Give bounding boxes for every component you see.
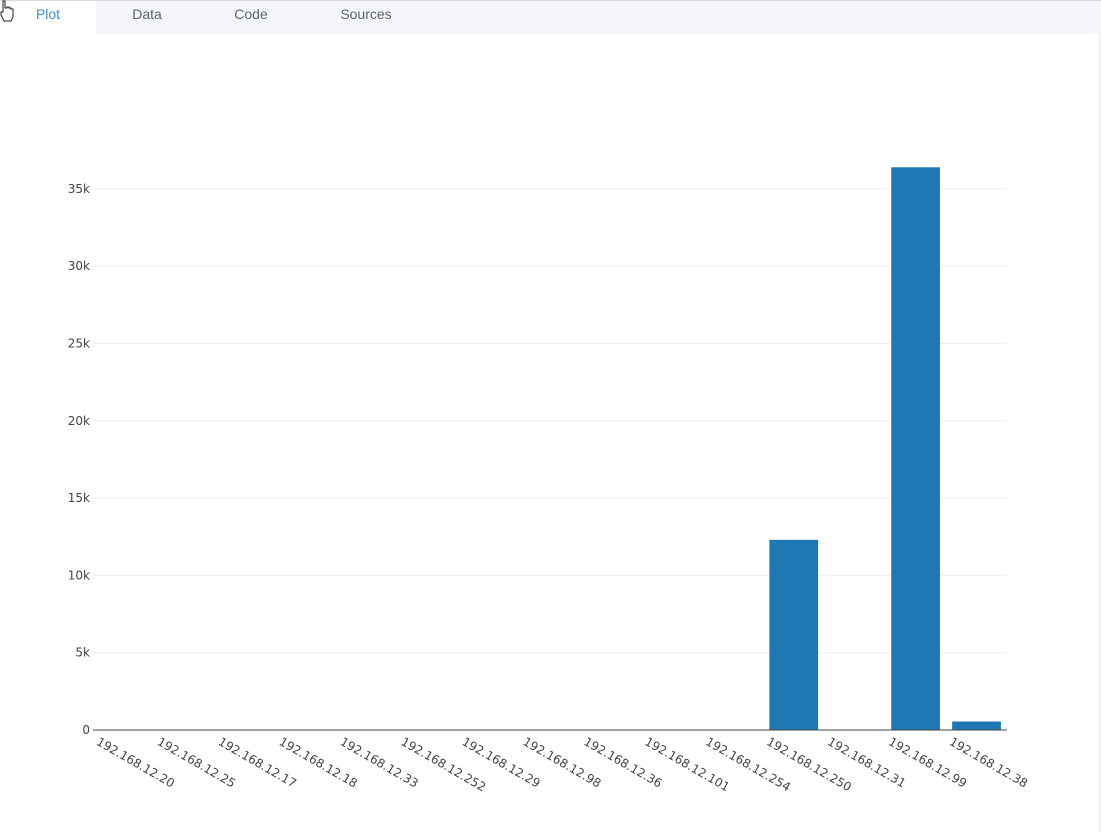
y-tick-label: 5k	[75, 646, 90, 660]
y-tick-label: 30k	[68, 259, 90, 273]
tab-sources[interactable]: Sources	[318, 1, 414, 35]
y-tick-label: 25k	[68, 337, 90, 351]
tab-plot[interactable]: Plot	[0, 1, 96, 35]
tab-data[interactable]: Data	[100, 1, 194, 35]
bar-chart: 0 5k 10k 15k 20k 25k 30k 35k 192.168.12.20 192.16…	[0, 34, 1099, 832]
tab-bar: Plot Data Code Sources	[0, 0, 1101, 35]
bar	[952, 721, 1001, 730]
y-tick-label: 35k	[68, 182, 90, 196]
tab-code[interactable]: Code	[206, 1, 296, 35]
y-tick-label: 0	[82, 723, 90, 737]
y-tick-label: 10k	[68, 568, 90, 582]
hand-pointer-icon	[0, 0, 14, 22]
app-window: Plot Data Code Sources 0 5k 10k 15k 20k 25k 30…	[0, 0, 1101, 832]
chart-svg: 05k10k15k20k25k30k35k192.168.12.20192.16…	[68, 167, 1030, 794]
bar	[891, 167, 940, 730]
y-tick-label: 15k	[68, 491, 90, 505]
bar	[769, 539, 819, 730]
y-tick-label: 20k	[68, 414, 90, 428]
